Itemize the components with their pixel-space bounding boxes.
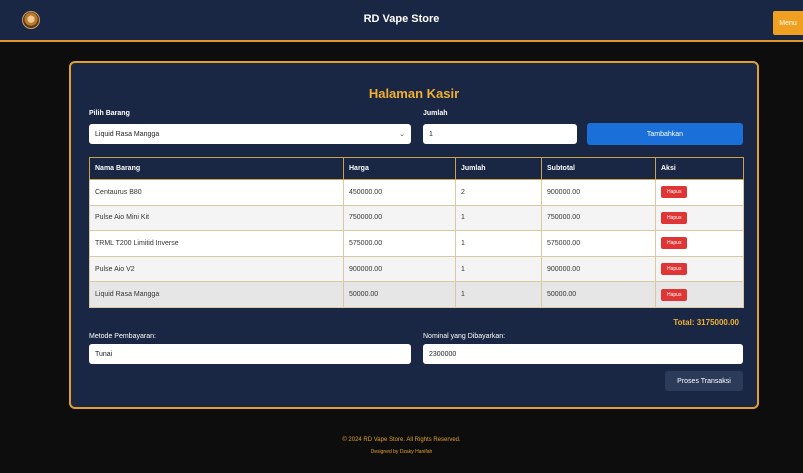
cell-action: Hapus xyxy=(655,179,744,206)
cell-action: Hapus xyxy=(655,204,744,232)
payment-method-label: Metode Pembayaran: xyxy=(89,333,156,340)
app-title: RD Vape Store xyxy=(363,13,440,25)
table-row: Pulse Aio V2 900000.00 1 900000.00 Hapus xyxy=(89,255,744,283)
menu-button[interactable]: Menu xyxy=(773,11,803,35)
cell-name: TRML T200 Limitid Inverse xyxy=(89,230,344,257)
cell-price: 750000.00 xyxy=(343,204,456,232)
table-row: Liquid Rasa Mangga 50000.00 1 50000.00 H… xyxy=(89,281,744,308)
cell-name: Pulse Aio Mini Kit xyxy=(89,204,344,232)
cell-qty: 2 xyxy=(455,179,542,206)
col-header-price: Harga xyxy=(343,157,456,180)
quantity-label: Jumlah xyxy=(423,110,448,117)
cell-price: 575000.00 xyxy=(343,230,456,257)
cell-subtotal: 900000.00 xyxy=(541,255,656,283)
paid-amount-label: Nominal yang Dibayarkan: xyxy=(423,333,506,340)
quantity-value: 1 xyxy=(429,130,433,138)
col-header-qty: Jumlah xyxy=(455,157,542,180)
cell-name: Pulse Aio V2 xyxy=(89,255,344,283)
delete-button[interactable]: Hapus xyxy=(661,211,688,224)
item-select[interactable]: Liquid Rasa Mangga ⌄ xyxy=(89,124,411,144)
cell-price: 450000.00 xyxy=(343,179,456,206)
cell-action: Hapus xyxy=(655,281,744,308)
delete-button[interactable]: Hapus xyxy=(661,237,688,250)
cell-qty: 1 xyxy=(455,230,542,257)
table-header-row: Nama Barang Harga Jumlah Subtotal Aksi xyxy=(89,157,744,180)
add-item-button[interactable]: Tambahkan xyxy=(587,123,743,145)
cell-qty: 1 xyxy=(455,255,542,283)
delete-button[interactable]: Hapus xyxy=(661,263,688,276)
cell-qty: 1 xyxy=(455,204,542,232)
cell-subtotal: 750000.00 xyxy=(541,204,656,232)
item-select-label: Pilih Barang xyxy=(89,110,130,117)
cell-price: 900000.00 xyxy=(343,255,456,283)
col-header-subtotal: Subtotal xyxy=(541,157,656,180)
cell-price: 50000.00 xyxy=(343,281,456,308)
paid-amount-value: 2300000 xyxy=(429,350,457,358)
cell-qty: 1 xyxy=(455,281,542,308)
cell-name: Liquid Rasa Mangga xyxy=(89,281,344,308)
page-title: Halaman Kasir xyxy=(368,86,460,101)
delete-button[interactable]: Hapus xyxy=(661,288,688,301)
cashier-card: Halaman Kasir Pilih Barang Liquid Rasa M… xyxy=(69,61,759,409)
cell-action: Hapus xyxy=(655,230,744,257)
top-navbar: RD Vape Store Menu xyxy=(0,0,803,42)
payment-method-field[interactable]: Tunai xyxy=(89,344,411,364)
delete-button[interactable]: Hapus xyxy=(661,186,688,199)
cart-table: Nama Barang Harga Jumlah Subtotal Aksi C… xyxy=(89,157,744,308)
item-select-value: Liquid Rasa Mangga xyxy=(95,130,160,138)
footer-copyright: © 2024 RD Vape Store. All Rights Reserve… xyxy=(342,437,461,443)
cell-action: Hapus xyxy=(655,255,744,283)
cell-subtotal: 50000.00 xyxy=(541,281,656,308)
cell-subtotal: 900000.00 xyxy=(541,179,656,206)
col-header-name: Nama Barang xyxy=(89,157,344,180)
total-amount: Total: 3175000.00 xyxy=(673,318,739,327)
table-row: TRML T200 Limitid Inverse 575000.00 1 57… xyxy=(89,230,744,257)
cell-name: Centaurus B80 xyxy=(89,179,344,206)
paid-amount-input[interactable]: 2300000 xyxy=(423,344,743,364)
payment-method-value: Tunai xyxy=(95,350,113,358)
process-transaction-button[interactable]: Proses Transaksi xyxy=(665,371,743,391)
chevron-down-icon: ⌄ xyxy=(399,131,405,138)
col-header-action: Aksi xyxy=(655,157,744,180)
footer-designer: Designed by Dzaky Hanifah xyxy=(370,449,433,455)
table-row: Pulse Aio Mini Kit 750000.00 1 750000.00… xyxy=(89,204,744,232)
table-row: Centaurus B80 450000.00 2 900000.00 Hapu… xyxy=(89,179,744,206)
cell-subtotal: 575000.00 xyxy=(541,230,656,257)
quantity-input[interactable]: 1 xyxy=(423,124,577,144)
